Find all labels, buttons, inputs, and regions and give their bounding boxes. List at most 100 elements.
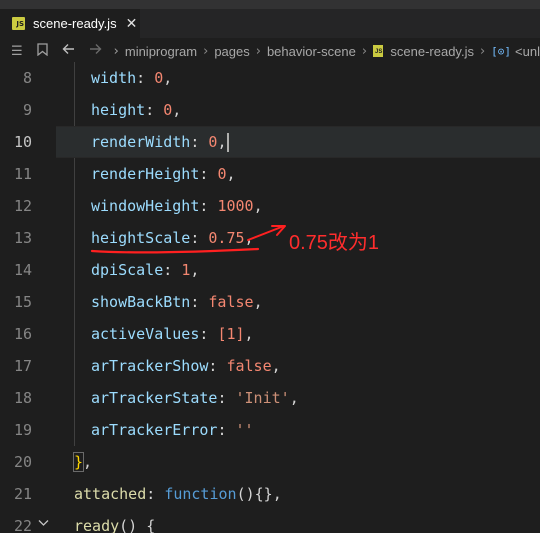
line-number: 12 (13, 197, 32, 215)
code-line[interactable]: 21 attached: function(){}, (0, 478, 540, 510)
comma: , (272, 485, 282, 503)
line-number: 14 (13, 261, 32, 279)
code-editor[interactable]: 8 width: 0, 9 height: 0, 10 renderWidth:… (0, 62, 540, 533)
line-number: 18 (13, 389, 32, 407)
line-number: 22 (13, 517, 32, 533)
property-value: [1] (217, 325, 245, 343)
arrow-right-icon[interactable] (89, 43, 102, 59)
tab-scene-ready[interactable]: JS scene-ready.js ✕ (0, 9, 140, 38)
line-number: 16 (13, 325, 32, 343)
js-file-icon: JS (373, 45, 384, 57)
code-line[interactable]: 18 arTrackerState: 'Init', (0, 382, 540, 414)
annotation-note: 0.75改为1 (289, 232, 380, 254)
line-number: 9 (22, 101, 32, 119)
comma: , (244, 325, 254, 343)
comma: , (289, 389, 299, 407)
colon: : (217, 421, 236, 439)
function-body: (){} (236, 485, 273, 503)
code-line[interactable]: 17 arTrackerShow: false, (0, 350, 540, 382)
breadcrumb-item-miniprogram[interactable]: miniprogram (125, 44, 197, 59)
symbol-icon: [⊙] (491, 44, 512, 58)
breadcrumb-chevron-icon: › (113, 43, 119, 59)
code-line[interactable]: 13 heightScale: 0.75, (0, 222, 540, 254)
bookmark-icon[interactable] (37, 42, 48, 60)
colon: : (217, 389, 236, 407)
function-keyword: function (164, 485, 237, 503)
line-number: 17 (13, 357, 32, 375)
line-number: 11 (13, 165, 32, 183)
colon: : (190, 293, 209, 311)
breadcrumb-chevron-icon: › (203, 43, 209, 59)
property-key: renderWidth (91, 133, 191, 151)
property-value: false (226, 357, 272, 375)
code-line[interactable]: 11 renderHeight: 0, (0, 158, 540, 190)
property-value: 1000 (217, 197, 254, 215)
comma: , (226, 165, 236, 183)
property-key: heightScale (91, 229, 191, 247)
code-line[interactable]: 8 width: 0, (0, 62, 540, 94)
code-line[interactable]: 20 }, (0, 446, 540, 478)
editor-window: JS scene-ready.js ✕ ☰ › miniprogram › pa… (0, 0, 540, 533)
close-icon[interactable]: ✕ (126, 17, 138, 31)
code-line[interactable]: 16 activeValues: [1], (0, 318, 540, 350)
colon: : (136, 69, 155, 87)
code-line-current[interactable]: 10 renderWidth: 0, (0, 126, 540, 158)
code-line[interactable]: 9 height: 0, (0, 94, 540, 126)
comma: , (253, 197, 263, 215)
property-value: 1 (181, 261, 191, 279)
property-key: showBackBtn (91, 293, 191, 311)
comma: , (217, 133, 227, 151)
code-line[interactable]: 14 dpiScale: 1, (0, 254, 540, 286)
property-value: 0 (163, 101, 173, 119)
code-line[interactable]: 15 showBackBtn: false, (0, 286, 540, 318)
code-line[interactable]: 22 ready() { (0, 510, 540, 533)
breadcrumb-symbol[interactable]: <unl (515, 44, 540, 59)
colon: : (208, 357, 227, 375)
property-value: 0.75 (208, 229, 245, 247)
line-number: 19 (13, 421, 32, 439)
method-name: attached (74, 485, 147, 503)
list-icon[interactable]: ☰ (11, 44, 23, 59)
tab-bar: JS scene-ready.js ✕ (0, 9, 540, 38)
breadcrumb: ☰ › miniprogram › pages › behavior-scene… (0, 38, 540, 64)
colon: : (145, 101, 164, 119)
comma: , (190, 261, 200, 279)
property-value: false (208, 293, 254, 311)
breadcrumb-chevron-icon: › (255, 43, 261, 59)
line-number: 20 (13, 453, 32, 471)
title-bar (0, 0, 540, 9)
comma: , (271, 357, 281, 375)
property-key: arTrackerShow (91, 357, 209, 375)
js-file-icon: JS (12, 17, 25, 30)
code-line[interactable]: 12 windowHeight: 1000, (0, 190, 540, 222)
code-line[interactable]: 19 arTrackerError: '' (0, 414, 540, 446)
property-value: '' (235, 421, 254, 439)
colon: : (163, 261, 182, 279)
property-key: arTrackerState (91, 389, 218, 407)
colon: : (190, 229, 209, 247)
comma: , (83, 453, 93, 471)
breadcrumb-item-behavior-scene[interactable]: behavior-scene (267, 44, 356, 59)
property-key: width (91, 69, 137, 87)
line-number: 15 (13, 293, 32, 311)
colon: : (190, 133, 209, 151)
property-key: arTrackerError (91, 421, 218, 439)
colon: : (199, 197, 218, 215)
comma: , (244, 229, 254, 247)
comma: , (172, 101, 182, 119)
line-number: 8 (22, 69, 32, 87)
fold-chevron-icon[interactable] (38, 516, 49, 530)
colon: : (146, 485, 165, 503)
tab-title: scene-ready.js (33, 16, 117, 31)
breadcrumb-item-pages[interactable]: pages (214, 44, 249, 59)
comma: , (163, 69, 173, 87)
property-key: dpiScale (91, 261, 164, 279)
line-number: 10 (13, 133, 32, 151)
colon: : (199, 325, 218, 343)
method-name: ready (74, 517, 120, 533)
breadcrumb-item-file[interactable]: scene-ready.js (390, 44, 474, 59)
property-key: activeValues (91, 325, 200, 343)
comma: , (253, 293, 263, 311)
colon: : (199, 165, 218, 183)
arrow-left-icon[interactable] (62, 43, 75, 59)
